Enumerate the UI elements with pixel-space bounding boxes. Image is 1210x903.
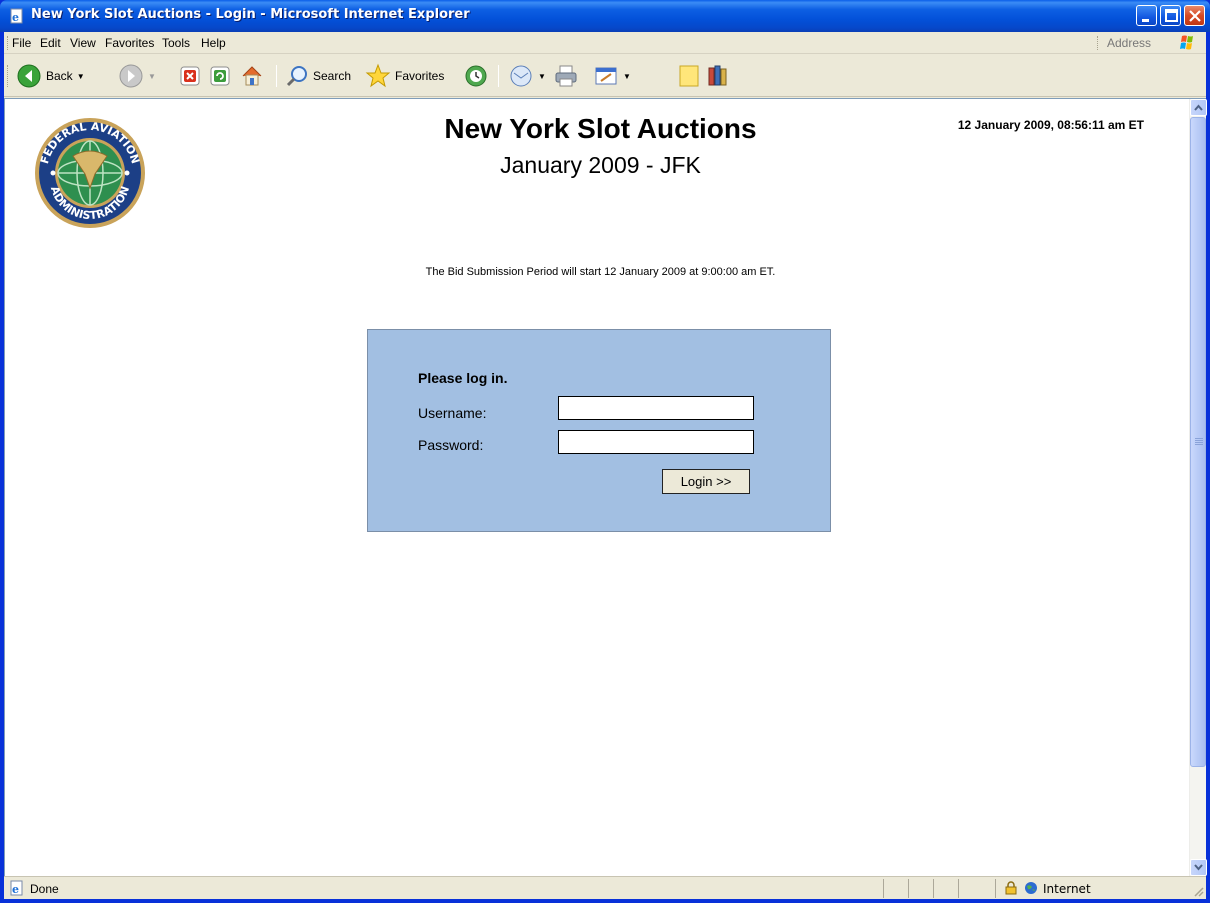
scroll-down-button[interactable]: [1190, 859, 1207, 876]
favorites-button[interactable]: Favorites: [365, 63, 444, 89]
chevron-up-icon: [1194, 104, 1203, 111]
back-button[interactable]: Back ▼: [16, 63, 85, 89]
status-text: Done: [30, 882, 59, 896]
menubar-grip[interactable]: [7, 36, 10, 50]
back-arrow-icon: [17, 64, 41, 88]
menu-bar: File Edit View Favorites Tools Help Addr…: [4, 32, 1206, 54]
close-button[interactable]: [1184, 5, 1205, 26]
status-pane: [933, 879, 934, 898]
login-panel: Please log in. Username: Password: Login…: [367, 329, 831, 532]
print-button[interactable]: [553, 63, 579, 89]
toolbar-grip[interactable]: [7, 65, 10, 87]
toolbar-separator: [276, 65, 277, 87]
back-label: Back: [46, 69, 73, 83]
menu-view[interactable]: View: [70, 36, 96, 50]
browser-window: e New York Slot Auctions - Login - Micro…: [0, 0, 1210, 903]
printer-icon: [555, 65, 577, 87]
bid-period-notice: The Bid Submission Period will start 12 …: [425, 266, 776, 278]
maximize-button[interactable]: [1160, 5, 1181, 26]
stop-button[interactable]: [179, 63, 201, 89]
page-subtitle: January 2009 - JFK: [500, 152, 701, 178]
research-button[interactable]: [706, 63, 732, 89]
address-label[interactable]: Address: [1107, 36, 1151, 50]
login-heading: Please log in.: [418, 370, 508, 386]
ie-page-icon: e: [10, 8, 23, 24]
history-button[interactable]: [463, 63, 489, 89]
stop-icon: [180, 66, 200, 86]
login-button[interactable]: Login >>: [662, 469, 750, 494]
refresh-icon: [210, 66, 230, 86]
status-pane: [908, 879, 909, 898]
status-pane: [883, 879, 884, 898]
address-bar-area: Address: [1097, 32, 1206, 54]
status-pane: [958, 879, 959, 898]
edit-dropdown-arrow-icon[interactable]: ▼: [623, 72, 631, 81]
title-bar[interactable]: e New York Slot Auctions - Login - Micro…: [0, 0, 1210, 32]
discuss-button[interactable]: [678, 63, 700, 89]
resize-grip-icon[interactable]: [1192, 885, 1204, 897]
windows-logo-icon: [1180, 35, 1193, 50]
globe-icon: [1025, 882, 1037, 894]
status-pane: [995, 879, 996, 898]
forward-arrow-icon: [119, 64, 143, 88]
favorites-star-icon: [365, 63, 391, 88]
address-grip[interactable]: [1097, 36, 1100, 50]
edit-button[interactable]: ▼: [593, 63, 631, 89]
history-icon: [465, 65, 487, 87]
search-button[interactable]: Search: [285, 63, 351, 89]
home-icon: [242, 66, 262, 86]
search-label: Search: [313, 69, 352, 83]
forward-dropdown-arrow-icon[interactable]: ▼: [148, 72, 156, 81]
chevron-down-icon: [1194, 864, 1203, 871]
ie-page-icon: e: [10, 880, 23, 896]
refresh-button[interactable]: [209, 63, 231, 89]
forward-button[interactable]: ▼: [118, 63, 156, 89]
mail-icon: [510, 65, 532, 87]
password-input[interactable]: [558, 430, 754, 454]
web-page: FEDERAL AVIATION ADMINISTRATION New York …: [5, 99, 1188, 876]
password-label: Password:: [418, 437, 484, 453]
content-viewport: FEDERAL AVIATION ADMINISTRATION New York …: [4, 98, 1207, 876]
svg-text:e: e: [12, 883, 19, 896]
status-bar: e Done Internet: [4, 876, 1206, 899]
svg-text:e: e: [12, 11, 19, 24]
security-zone-label: Internet: [1043, 882, 1091, 896]
menu-file[interactable]: File: [12, 36, 31, 50]
research-books-icon: [708, 65, 727, 86]
scroll-thumb-grip: [1195, 438, 1203, 446]
mail-dropdown-arrow-icon[interactable]: ▼: [538, 72, 546, 81]
menu-help[interactable]: Help: [201, 36, 226, 50]
username-input[interactable]: [558, 396, 754, 420]
home-button[interactable]: [239, 63, 265, 89]
edit-page-icon: [595, 67, 617, 85]
current-timestamp: 12 January 2009, 08:56:11 am ET: [957, 118, 1144, 132]
standard-toolbar: Back ▼ ▼ Search Favorites ▼ ▼: [4, 55, 1206, 97]
menu-favorites[interactable]: Favorites: [105, 36, 154, 50]
vertical-scrollbar[interactable]: [1189, 99, 1207, 876]
search-icon: [286, 66, 307, 87]
sticky-note-icon: [679, 65, 699, 87]
menu-tools[interactable]: Tools: [162, 36, 190, 50]
window-title: New York Slot Auctions - Login - Microso…: [31, 7, 470, 22]
menu-edit[interactable]: Edit: [40, 36, 61, 50]
favorites-label: Favorites: [395, 69, 445, 83]
scroll-thumb[interactable]: [1190, 117, 1206, 767]
username-label: Username:: [418, 405, 487, 421]
back-dropdown-arrow-icon[interactable]: ▼: [77, 72, 85, 81]
lock-icon[interactable]: [1004, 881, 1018, 895]
browser-chrome: File Edit View Favorites Tools Help Addr…: [4, 32, 1207, 899]
minimize-button[interactable]: [1136, 5, 1157, 26]
toolbar-separator: [498, 65, 499, 87]
mail-button[interactable]: ▼: [508, 63, 546, 89]
scroll-up-button[interactable]: [1190, 99, 1207, 116]
